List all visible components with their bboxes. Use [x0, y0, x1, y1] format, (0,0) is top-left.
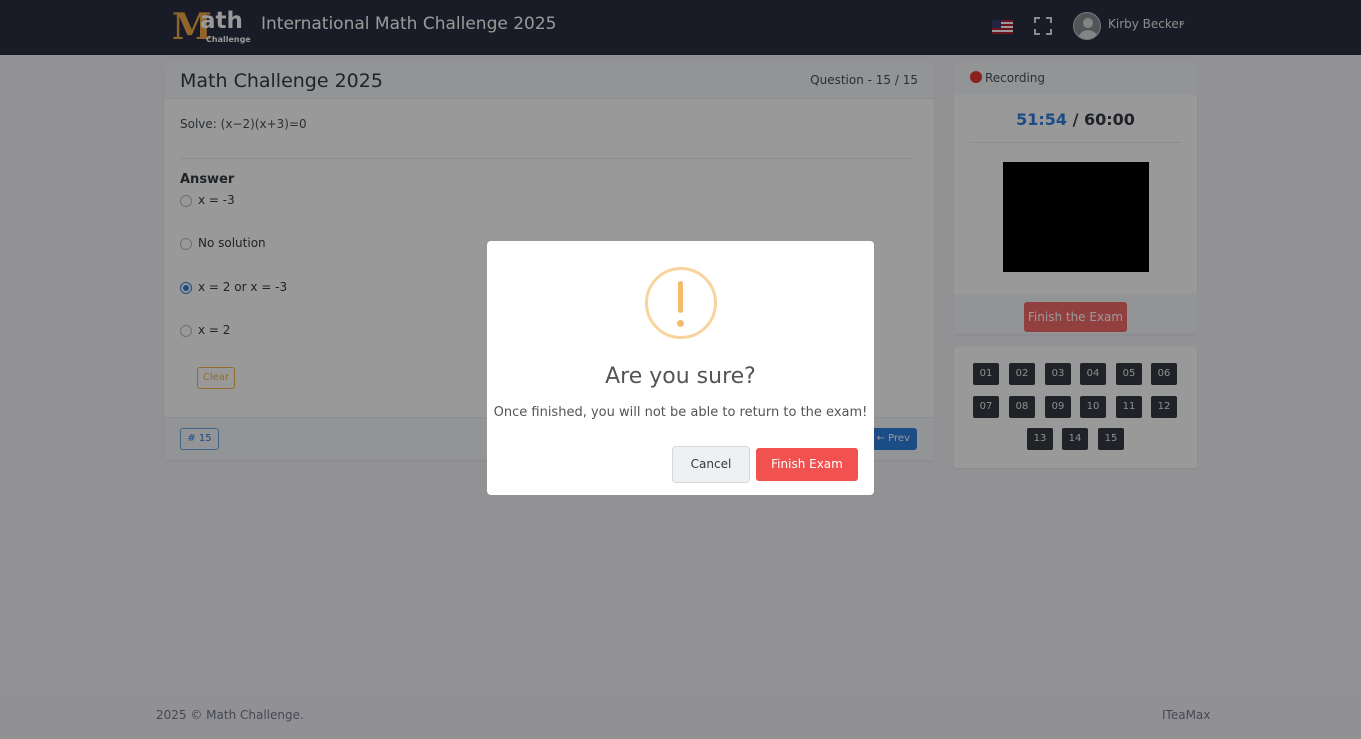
- warning-icon: [645, 267, 717, 339]
- cancel-button[interactable]: Cancel: [672, 446, 750, 483]
- confirm-finish-exam-button[interactable]: Finish Exam: [756, 448, 858, 481]
- dialog-title: Are you sure?: [605, 364, 756, 389]
- dialog-message: Once finished, you will not be able to r…: [493, 405, 868, 420]
- confirm-dialog: Are you sure? Once finished, you will no…: [487, 241, 874, 495]
